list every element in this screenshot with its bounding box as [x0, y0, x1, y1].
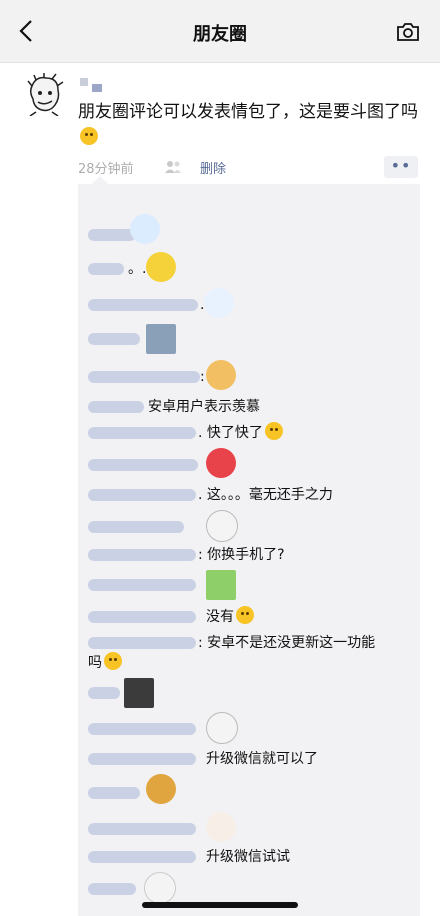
- comments-caret: [92, 176, 108, 184]
- comment-row[interactable]: . 快了快了: [88, 420, 408, 446]
- commenter-name-blurred: [88, 883, 136, 895]
- cartoon-sticker-icon: [206, 570, 236, 600]
- camera-icon[interactable]: [396, 22, 420, 42]
- more-actions-button[interactable]: ••: [384, 156, 418, 178]
- red-character-sticker-icon: [206, 448, 236, 478]
- comment-row[interactable]: [88, 872, 408, 904]
- comment-text-body: . 快了快了: [198, 425, 263, 441]
- commenter-name-blurred: [88, 611, 196, 623]
- comment-text: 没有: [206, 604, 254, 630]
- blushing-emoji-icon: [264, 422, 283, 440]
- comment-text: 。.: [128, 261, 147, 277]
- commenter-name-blurred: [88, 579, 196, 591]
- commenter-name-blurred: [88, 401, 144, 413]
- privacy-icon: [165, 161, 181, 173]
- avatar[interactable]: [22, 72, 66, 116]
- comment-text: . 这。。。毫无还手之力: [198, 487, 333, 503]
- photo-sticker-icon: [124, 678, 154, 708]
- post-content: 朋友圈评论可以发表情包了，这是要斗图了吗: [78, 100, 418, 150]
- nickname-blurred: [80, 78, 106, 92]
- commenter-name-blurred: [88, 549, 196, 561]
- commenter-name-blurred: [88, 521, 184, 533]
- comment-row[interactable]: [88, 448, 408, 478]
- comment-row[interactable]: :: [88, 360, 408, 390]
- waving-sticker-icon: [130, 214, 160, 244]
- post-text: 朋友圈评论可以发表情包了，这是要斗图了吗: [78, 102, 418, 122]
- commenter-name-blurred: [88, 687, 120, 699]
- comment-text-body: 吗: [88, 655, 102, 671]
- dog-sticker-icon: [206, 360, 236, 390]
- comment-text: :: [200, 369, 205, 385]
- comment-row[interactable]: 没有: [88, 604, 408, 630]
- delete-button[interactable]: 删除: [200, 158, 226, 177]
- comment-row[interactable]: .: [88, 288, 408, 318]
- comment-row[interactable]: 安卓用户表示羡慕: [88, 394, 408, 420]
- commenter-name-blurred: [88, 427, 196, 439]
- commenter-name-blurred: [88, 299, 198, 311]
- navigation-bar: 朋友圈: [0, 0, 440, 63]
- sweat-emoji-icon: [104, 652, 122, 670]
- character-sticker-icon: [146, 774, 176, 804]
- commenter-name-blurred: [88, 637, 196, 649]
- commenter-name-blurred: [88, 371, 200, 383]
- comment-text-body: 没有: [206, 609, 234, 625]
- home-indicator[interactable]: [142, 902, 298, 908]
- comment-row[interactable]: . 这。。。毫无还手之力: [88, 482, 408, 508]
- comment-row-continued[interactable]: 吗: [88, 650, 408, 676]
- comment-row[interactable]: [88, 712, 408, 744]
- comment-row[interactable]: [88, 214, 388, 248]
- page-title: 朋友圈: [193, 24, 247, 45]
- comment-text: 升级微信试试: [206, 849, 290, 865]
- commenter-name-blurred: [88, 229, 136, 241]
- commenter-name-blurred: [88, 459, 198, 471]
- comment-row[interactable]: [88, 510, 408, 542]
- commenter-name-blurred: [88, 333, 140, 345]
- comment-row[interactable]: [88, 678, 408, 708]
- blushing-emoji-icon: [80, 127, 98, 145]
- sticker-icon: [206, 812, 236, 842]
- meme-face-sticker-icon: [206, 712, 238, 744]
- commenter-name-blurred: [88, 753, 196, 765]
- comment-text: . 快了快了: [198, 420, 283, 446]
- comment-row[interactable]: [88, 812, 408, 842]
- comment-text: 安卓用户表示羡慕: [148, 399, 260, 415]
- comment-row[interactable]: 升级微信就可以了: [88, 746, 408, 772]
- meme-face-sticker-icon: [206, 510, 238, 542]
- sticker-icon: [144, 872, 176, 904]
- commenter-name-blurred: [88, 851, 196, 863]
- duck-sticker-icon: [146, 252, 176, 282]
- comment-row[interactable]: [88, 570, 408, 600]
- grinning-emoji-icon: [236, 606, 254, 624]
- comment-text: 升级微信就可以了: [206, 751, 318, 767]
- comment-row[interactable]: 升级微信试试: [88, 844, 408, 870]
- comment-text: : 你换手机了?: [198, 547, 285, 563]
- comment-row[interactable]: [88, 774, 408, 806]
- commenter-name-blurred: [88, 787, 140, 799]
- comment-row[interactable]: [88, 324, 388, 354]
- photo-sticker-icon: [146, 324, 176, 354]
- comment-row[interactable]: : 你换手机了?: [88, 542, 408, 568]
- commenter-name-blurred: [88, 489, 196, 501]
- comment-row[interactable]: 。.: [88, 252, 388, 282]
- post-time: 28分钟前: [78, 162, 134, 177]
- sticker-icon: [204, 288, 234, 318]
- commenter-name-blurred: [88, 263, 124, 275]
- commenter-name-blurred: [88, 823, 196, 835]
- commenter-name-blurred: [88, 723, 196, 735]
- comment-text: 吗: [88, 650, 122, 676]
